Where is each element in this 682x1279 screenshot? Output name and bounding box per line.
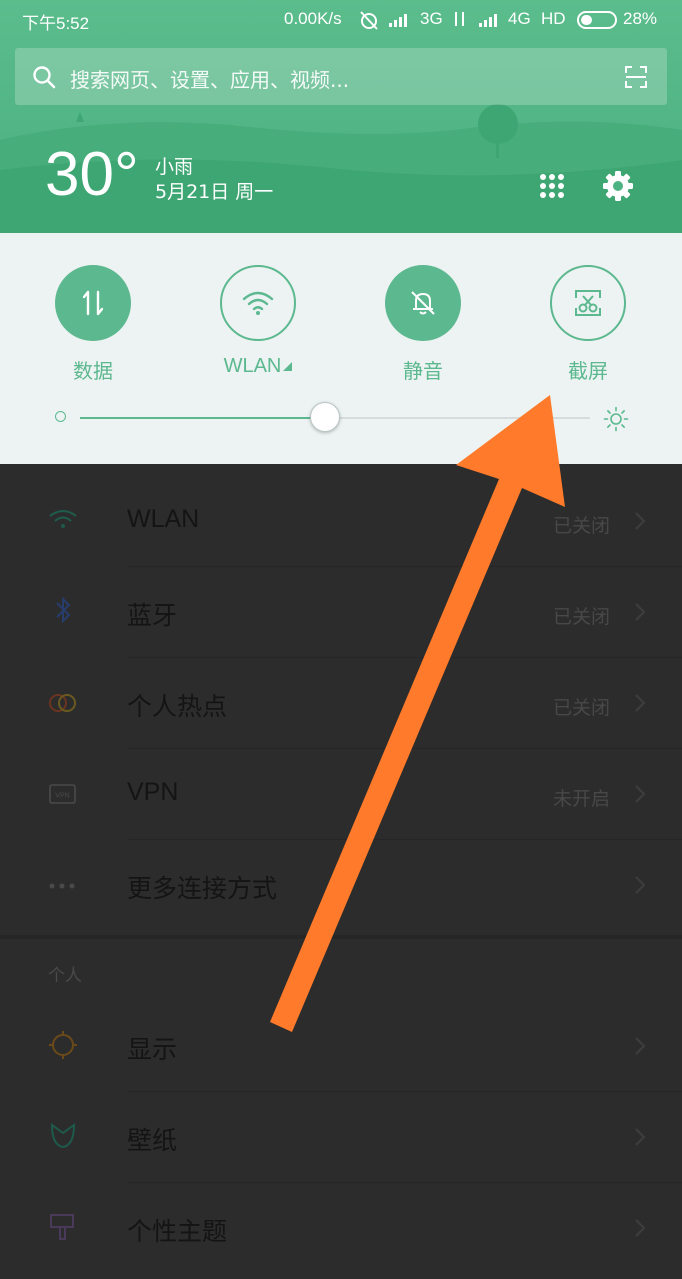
search-bar[interactable]: 搜索网页、设置、应用、视频... bbox=[15, 48, 667, 105]
hotspot-icon bbox=[49, 694, 76, 712]
settings-row-status: 已关闭 bbox=[552, 697, 610, 719]
toggle-wlan[interactable]: WLAN bbox=[203, 265, 313, 378]
settings-row-title: VPN bbox=[127, 778, 179, 806]
section-divider bbox=[0, 935, 682, 939]
toggle-wlan-circle[interactable] bbox=[220, 265, 296, 341]
screenshot-icon bbox=[575, 290, 601, 316]
toggle-silent[interactable]: 静音 bbox=[368, 265, 478, 384]
wallpaper-icon bbox=[50, 1123, 76, 1149]
signal-bars-icon-2 bbox=[479, 14, 497, 27]
status-hd: HD bbox=[541, 9, 566, 28]
wifi-icon bbox=[242, 291, 274, 315]
toggle-data-label: 数据 bbox=[73, 361, 113, 383]
alarm-off-icon bbox=[360, 11, 378, 30]
vpn-icon: VPN bbox=[49, 784, 76, 804]
battery-icon bbox=[577, 11, 617, 29]
settings-row-title: 显示 bbox=[127, 1036, 178, 1064]
status-battery: 28% bbox=[623, 9, 658, 28]
status-bar: 下午5:52 0.00K/s 3G 4G HD 28% bbox=[0, 0, 682, 40]
chevron-right-icon bbox=[635, 1219, 646, 1237]
settings-row-title: 个人热点 bbox=[127, 693, 228, 721]
settings-row-wlan[interactable]: WLAN 已关闭 bbox=[0, 476, 682, 567]
scan-icon[interactable] bbox=[625, 66, 647, 88]
brightness-low-icon bbox=[55, 411, 66, 422]
toggle-data-circle[interactable] bbox=[55, 265, 131, 341]
settings-row-more-connections[interactable]: 更多连接方式 bbox=[0, 840, 682, 931]
quick-settings-panel: 数据 WLAN 静音 截屏 bbox=[0, 233, 682, 464]
settings-row-title: 壁纸 bbox=[127, 1127, 178, 1155]
settings-row-title: 蓝牙 bbox=[127, 602, 178, 630]
toggle-screenshot[interactable]: 截屏 bbox=[533, 265, 643, 384]
settings-row-display[interactable]: 显示 bbox=[0, 1001, 682, 1092]
settings-row-title: WLAN bbox=[127, 505, 200, 533]
status-4g: 4G bbox=[508, 9, 531, 28]
settings-row-status: 未开启 bbox=[552, 788, 610, 810]
settings-row-status: 已关闭 bbox=[552, 606, 610, 628]
settings-row-status: 已关闭 bbox=[552, 515, 610, 537]
settings-row-wallpaper[interactable]: 壁纸 bbox=[0, 1092, 682, 1183]
toggle-wlan-label: WLAN bbox=[203, 355, 313, 378]
settings-row-theme[interactable]: 个性主题 bbox=[0, 1183, 682, 1274]
weather-date: 5月21日 周一 bbox=[155, 181, 274, 203]
chevron-right-icon bbox=[635, 1128, 646, 1146]
gear-icon[interactable] bbox=[602, 170, 634, 202]
search-icon bbox=[33, 66, 56, 89]
notification-header: 下午5:52 0.00K/s 3G 4G HD 28% 搜索网页、设置、应用、视… bbox=[0, 0, 682, 233]
wlan-expand-indicator bbox=[283, 362, 293, 371]
settings-row-vpn[interactable]: VPN VPN 未开启 bbox=[0, 749, 682, 840]
chevron-right-icon bbox=[635, 1037, 646, 1055]
chevron-right-icon bbox=[635, 876, 646, 894]
toggle-silent-circle[interactable] bbox=[385, 265, 461, 341]
temperature: 30° bbox=[45, 140, 139, 209]
data-icon bbox=[82, 290, 104, 316]
status-3g: 3G bbox=[420, 9, 443, 28]
brightness-slider-thumb[interactable] bbox=[309, 402, 340, 432]
brightness-slider-fill bbox=[80, 417, 325, 419]
bluetooth-icon bbox=[56, 596, 71, 624]
chevron-right-icon bbox=[635, 512, 646, 530]
wifi-icon bbox=[49, 509, 77, 528]
svg-text:VPN: VPN bbox=[55, 793, 69, 800]
status-time: 下午5:52 bbox=[22, 14, 90, 33]
settings-row-bluetooth[interactable]: 蓝牙 已关闭 bbox=[0, 567, 682, 658]
more-icon bbox=[49, 883, 75, 889]
toggle-screenshot-label: 截屏 bbox=[568, 361, 608, 383]
status-net-speed: 0.00K/s bbox=[284, 9, 342, 28]
search-placeholder: 搜索网页、设置、应用、视频... bbox=[70, 68, 350, 92]
weather-condition: 小雨 bbox=[155, 156, 194, 178]
display-icon bbox=[49, 1031, 77, 1059]
brightness-high-icon bbox=[603, 406, 629, 432]
silent-icon bbox=[411, 291, 435, 315]
signal-bars-icon bbox=[389, 14, 407, 27]
theme-icon bbox=[50, 1214, 74, 1240]
toggle-data[interactable]: 数据 bbox=[38, 265, 148, 384]
weather-info: 小雨 5月21日 周一 bbox=[155, 155, 273, 205]
settings-row-hotspot[interactable]: 个人热点 已关闭 bbox=[0, 658, 682, 749]
apps-grid-icon[interactable] bbox=[539, 173, 565, 199]
chevron-right-icon bbox=[635, 603, 646, 621]
toggle-silent-label: 静音 bbox=[403, 361, 443, 383]
settings-row-title: 更多连接方式 bbox=[127, 875, 278, 903]
data-transfer-icon bbox=[455, 12, 464, 26]
settings-row-title: 个性主题 bbox=[127, 1218, 228, 1246]
chevron-right-icon bbox=[635, 694, 646, 712]
section-header-personal: 个人 bbox=[48, 966, 82, 986]
toggle-wlan-label-text: WLAN bbox=[223, 355, 282, 377]
chevron-right-icon bbox=[635, 785, 646, 803]
toggle-screenshot-circle[interactable] bbox=[550, 265, 626, 341]
